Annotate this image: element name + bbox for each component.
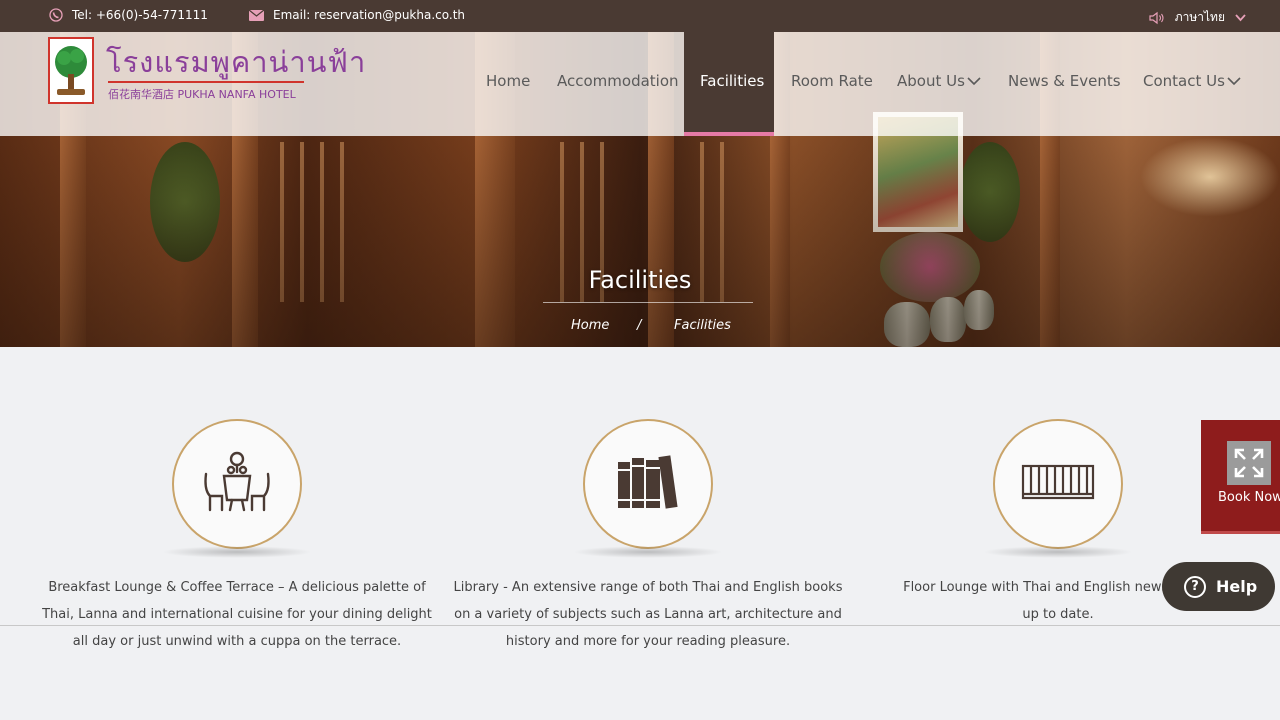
chevron-down-icon bbox=[1235, 13, 1246, 22]
facility-icon-shadow bbox=[983, 546, 1133, 558]
logo-text: โรงแรมพูคาน่านฟ้า 佰花南华酒店 PUKHA NANFA HOT… bbox=[106, 45, 366, 102]
question-icon: ? bbox=[1184, 575, 1206, 598]
nav-item-accommodation[interactable]: Accommodation bbox=[557, 72, 679, 90]
site-header: โรงแรมพูคาน่านฟ้า 佰花南华酒店 PUKHA NANFA HOT… bbox=[0, 32, 1280, 136]
hotel-logo[interactable]: โรงแรมพูคาน่านฟ้า 佰花南华酒店 PUKHA NANFA HOT… bbox=[48, 37, 366, 104]
top-bar: Tel: +66(0)-54-771111 Email: reservation… bbox=[0, 0, 1280, 32]
nav-item-home[interactable]: Home bbox=[486, 72, 530, 90]
facility-description-line: all day or just unwind with a cuppa on t… bbox=[72, 634, 402, 649]
expand-arrows-icon bbox=[1227, 441, 1271, 485]
nav-item-label: About Us bbox=[897, 72, 965, 90]
section-divider bbox=[0, 625, 1280, 626]
language-selector[interactable]: ภาษาไทย bbox=[1149, 8, 1246, 27]
facility-card-floor-lounge bbox=[983, 419, 1133, 558]
breadcrumb-home-link[interactable]: Home bbox=[571, 318, 609, 333]
nav-item-news-events[interactable]: News & Events bbox=[1008, 72, 1121, 90]
chevron-down-icon bbox=[967, 72, 981, 90]
logo-underline bbox=[108, 81, 304, 83]
mail-icon bbox=[249, 9, 264, 21]
facility-card-library bbox=[573, 419, 723, 558]
facility-card-dining bbox=[162, 419, 312, 558]
phone-contact[interactable]: Tel: +66(0)-54-771111 bbox=[49, 8, 208, 22]
facility-description-library: Library - An extensive range of both Tha… bbox=[448, 574, 848, 655]
nav-item-label: Facilities bbox=[700, 72, 765, 90]
logo-thai-name: โรงแรมพูคาน่านฟ้า bbox=[106, 45, 367, 79]
nav-item-room-rate[interactable]: Room Rate bbox=[791, 72, 873, 90]
books-icon bbox=[616, 454, 680, 514]
breadcrumb-current: Facilities bbox=[674, 318, 731, 333]
book-now-button[interactable]: Book Now bbox=[1201, 420, 1280, 534]
tree-logo-icon bbox=[48, 37, 94, 104]
facility-icon-circle bbox=[583, 419, 713, 549]
facility-description-line: history and more for your reading pleasu… bbox=[505, 634, 791, 649]
language-label: ภาษาไทย bbox=[1174, 10, 1225, 24]
facility-icon-shadow bbox=[162, 546, 312, 558]
email-contact[interactable]: Email: reservation@pukha.co.th bbox=[249, 8, 465, 22]
facility-description-line: Thai, Lanna and international cuisine fo… bbox=[42, 607, 432, 622]
facility-icon-circle bbox=[993, 419, 1123, 549]
help-label: Help bbox=[1216, 577, 1258, 596]
nav-active-indicator bbox=[684, 132, 774, 136]
phone-icon bbox=[49, 8, 63, 22]
nav-item-label: Accommodation bbox=[557, 72, 679, 90]
speaker-icon bbox=[1149, 11, 1165, 25]
facility-description-line: on a variety of subjects such as Lanna a… bbox=[454, 607, 842, 622]
facility-icon-circle bbox=[172, 419, 302, 549]
nav-item-label: Contact Us bbox=[1143, 72, 1225, 90]
email-text: Email: reservation@pukha.co.th bbox=[273, 8, 466, 22]
nav-item-label: Home bbox=[486, 72, 531, 90]
facility-description-line: Library - An extensive range of both Tha… bbox=[453, 580, 843, 595]
breadcrumb-separator: / bbox=[637, 318, 642, 333]
dining-table-icon bbox=[200, 450, 274, 518]
book-now-label: Book Now bbox=[1218, 490, 1280, 505]
page-title: Facilities bbox=[588, 266, 692, 294]
logo-english-name: 佰花南华酒店 PUKHA NANFA HOTEL bbox=[108, 88, 296, 101]
chevron-down-icon bbox=[1227, 72, 1241, 90]
nav-item-about-us[interactable]: About Us bbox=[897, 72, 981, 90]
nav-item-label: News & Events bbox=[1008, 72, 1121, 90]
facility-icon-shadow bbox=[573, 546, 723, 558]
nav-item-label: Room Rate bbox=[791, 72, 873, 90]
facility-description-line: Breakfast Lounge & Coffee Terrace – A de… bbox=[48, 580, 426, 595]
help-button[interactable]: ? Help bbox=[1162, 562, 1275, 611]
phone-text: Tel: +66(0)-54-771111 bbox=[72, 8, 208, 22]
title-divider bbox=[543, 302, 753, 303]
facility-description-dining: Breakfast Lounge & Coffee Terrace – A de… bbox=[37, 574, 437, 655]
nav-item-facilities[interactable]: Facilities bbox=[700, 72, 764, 90]
newspaper-rack-icon bbox=[1021, 462, 1095, 506]
nav-item-contact-us[interactable]: Contact Us bbox=[1143, 72, 1241, 90]
